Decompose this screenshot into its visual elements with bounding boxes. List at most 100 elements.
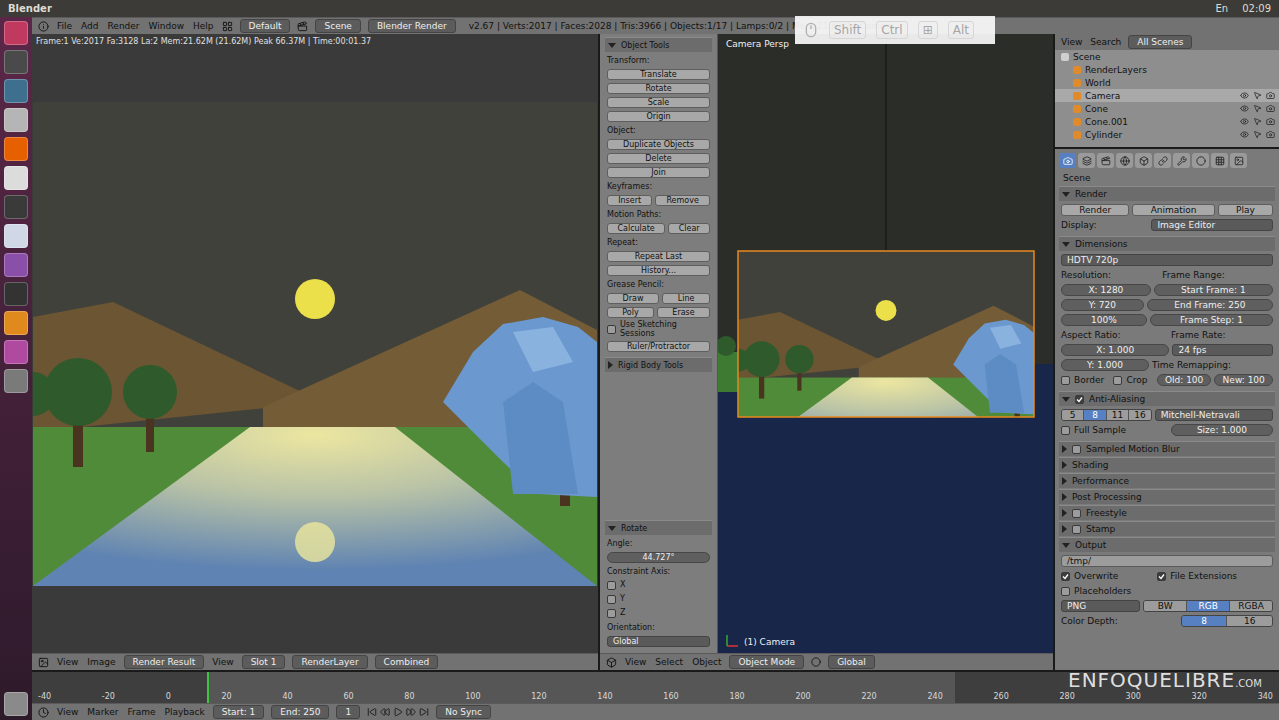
- outliner-item[interactable]: RenderLayers: [1055, 63, 1279, 76]
- panel-header[interactable]: Performance: [1059, 473, 1275, 488]
- panel-header[interactable]: Post Processing: [1059, 489, 1275, 504]
- disclosure-icon[interactable]: [1062, 543, 1070, 548]
- render-icon[interactable]: [1266, 130, 1275, 139]
- button[interactable]: Delete: [607, 153, 710, 164]
- filter-dropdown[interactable]: All Scenes: [1128, 35, 1192, 49]
- menu-item[interactable]: Playback: [164, 707, 206, 717]
- button[interactable]: Draw: [607, 293, 659, 304]
- checkbox-box[interactable]: [607, 325, 616, 334]
- button[interactable]: Join: [607, 167, 710, 178]
- menu-item[interactable]: Marker: [86, 707, 119, 717]
- toggle-option[interactable]: 11: [1106, 410, 1128, 420]
- checkbox[interactable]: X: [607, 580, 710, 589]
- disclosure-icon[interactable]: [1062, 192, 1070, 197]
- toggle-option[interactable]: RGB: [1186, 601, 1229, 611]
- scene-icon[interactable]: [297, 21, 308, 32]
- playhead[interactable]: [207, 672, 209, 703]
- trash-icon[interactable]: [4, 692, 28, 716]
- menu-item[interactable]: Add: [80, 21, 99, 31]
- menu-item[interactable]: Render: [107, 21, 141, 31]
- launcher-app-icon[interactable]: [4, 253, 28, 277]
- launcher-app-icon[interactable]: [4, 137, 28, 161]
- checkbox[interactable]: Z: [607, 608, 710, 617]
- number-field[interactable]: Frame Step: 1: [1150, 314, 1273, 326]
- clock-icon[interactable]: [38, 707, 49, 718]
- disclosure-icon[interactable]: [1062, 477, 1067, 485]
- panel-checkbox[interactable]: [1072, 509, 1081, 518]
- select-icon[interactable]: [1253, 91, 1262, 100]
- menu-item[interactable]: View: [56, 707, 79, 717]
- menu-item[interactable]: Window: [148, 21, 186, 31]
- rewind-icon[interactable]: [380, 707, 390, 717]
- fast-forward-icon[interactable]: [406, 707, 416, 717]
- checkbox-box[interactable]: [607, 595, 616, 604]
- image-dropdown[interactable]: Render Result: [124, 655, 205, 669]
- checkbox[interactable]: Border: [1061, 375, 1110, 385]
- panel-header[interactable]: Output: [1059, 537, 1275, 552]
- launcher-app-icon[interactable]: [4, 311, 28, 335]
- number-field[interactable]: 44.727°: [607, 552, 710, 563]
- panel-header[interactable]: Object Tools: [605, 37, 712, 52]
- checkbox[interactable]: Placeholders: [1061, 586, 1273, 596]
- dropdown[interactable]: HDTV 720p: [1061, 254, 1273, 266]
- panel-header[interactable]: Stamp: [1059, 521, 1275, 536]
- launcher-app-icon[interactable]: [4, 108, 28, 132]
- render-icon[interactable]: [1266, 117, 1275, 126]
- tray-item[interactable]: En: [1216, 3, 1229, 14]
- launcher-app-icon[interactable]: [4, 195, 28, 219]
- checkbox[interactable]: Use Sketching Sessions: [607, 320, 710, 338]
- outliner-item[interactable]: World: [1055, 76, 1279, 89]
- checkbox[interactable]: Overwrite: [1061, 571, 1154, 581]
- button[interactable]: History...: [607, 265, 710, 276]
- toggle-option[interactable]: BW: [1144, 601, 1186, 611]
- toggle-option[interactable]: 8: [1182, 616, 1227, 626]
- panel-header[interactable]: Shading: [1059, 457, 1275, 472]
- select-icon[interactable]: [1253, 130, 1262, 139]
- menu-item[interactable]: View: [624, 657, 647, 667]
- checkbox[interactable]: Full Sample: [1061, 425, 1168, 435]
- number-field[interactable]: Start Frame: 1: [1154, 284, 1273, 296]
- info-icon[interactable]: [38, 21, 49, 32]
- checkbox-box[interactable]: [1061, 572, 1070, 581]
- checkbox-box[interactable]: [1113, 376, 1122, 385]
- visibility-icon[interactable]: [1240, 117, 1249, 126]
- properties-tab[interactable]: [1116, 153, 1133, 168]
- toggle-option[interactable]: 5: [1062, 410, 1083, 420]
- visibility-icon[interactable]: [1240, 91, 1249, 100]
- number-field[interactable]: Size: 1.000: [1171, 424, 1273, 436]
- button[interactable]: Poly: [607, 307, 654, 318]
- select-icon[interactable]: [1253, 104, 1262, 113]
- checkbox-box[interactable]: [1061, 426, 1070, 435]
- menu-item[interactable]: Select: [654, 657, 684, 667]
- launcher-app-icon[interactable]: [4, 166, 28, 190]
- dropdown[interactable]: Global: [607, 636, 710, 647]
- dropdown[interactable]: Mitchell-Netravali: [1155, 409, 1273, 421]
- panel-checkbox[interactable]: [1072, 445, 1081, 454]
- layer-dropdown[interactable]: RenderLayer: [292, 655, 367, 669]
- end-frame-field[interactable]: End: 250: [271, 705, 329, 719]
- button[interactable]: Play: [1218, 204, 1273, 216]
- number-field[interactable]: 100%: [1061, 314, 1147, 326]
- menu-item[interactable]: Object: [691, 657, 722, 667]
- properties-tab[interactable]: [1078, 153, 1095, 168]
- properties-tab[interactable]: [1059, 153, 1076, 168]
- checkbox[interactable]: File Extensions: [1157, 571, 1273, 581]
- cube-icon[interactable]: [606, 657, 617, 668]
- render-icon[interactable]: [1266, 104, 1275, 113]
- start-frame-field[interactable]: Start: 1: [213, 705, 265, 719]
- outliner-item[interactable]: Cone.001: [1055, 115, 1279, 128]
- properties-tab[interactable]: [1097, 153, 1114, 168]
- disclosure-icon[interactable]: [1062, 461, 1067, 469]
- toggle-option[interactable]: 8: [1083, 410, 1105, 420]
- launcher-app-icon[interactable]: [4, 50, 28, 74]
- launcher-app-icon[interactable]: [4, 282, 28, 306]
- outliner-item[interactable]: Cone: [1055, 102, 1279, 115]
- disclosure-icon[interactable]: [608, 43, 616, 48]
- number-field[interactable]: X: 1.000: [1061, 344, 1169, 356]
- checkbox[interactable]: Crop: [1113, 375, 1153, 385]
- pass-dropdown[interactable]: Combined: [375, 655, 439, 669]
- toggle-option[interactable]: RGBA: [1229, 601, 1272, 611]
- 3d-viewport[interactable]: Camera Persp(1) Camera: [718, 34, 1053, 653]
- checkbox-box[interactable]: [1157, 572, 1166, 581]
- toggle-option[interactable]: 16: [1226, 616, 1272, 626]
